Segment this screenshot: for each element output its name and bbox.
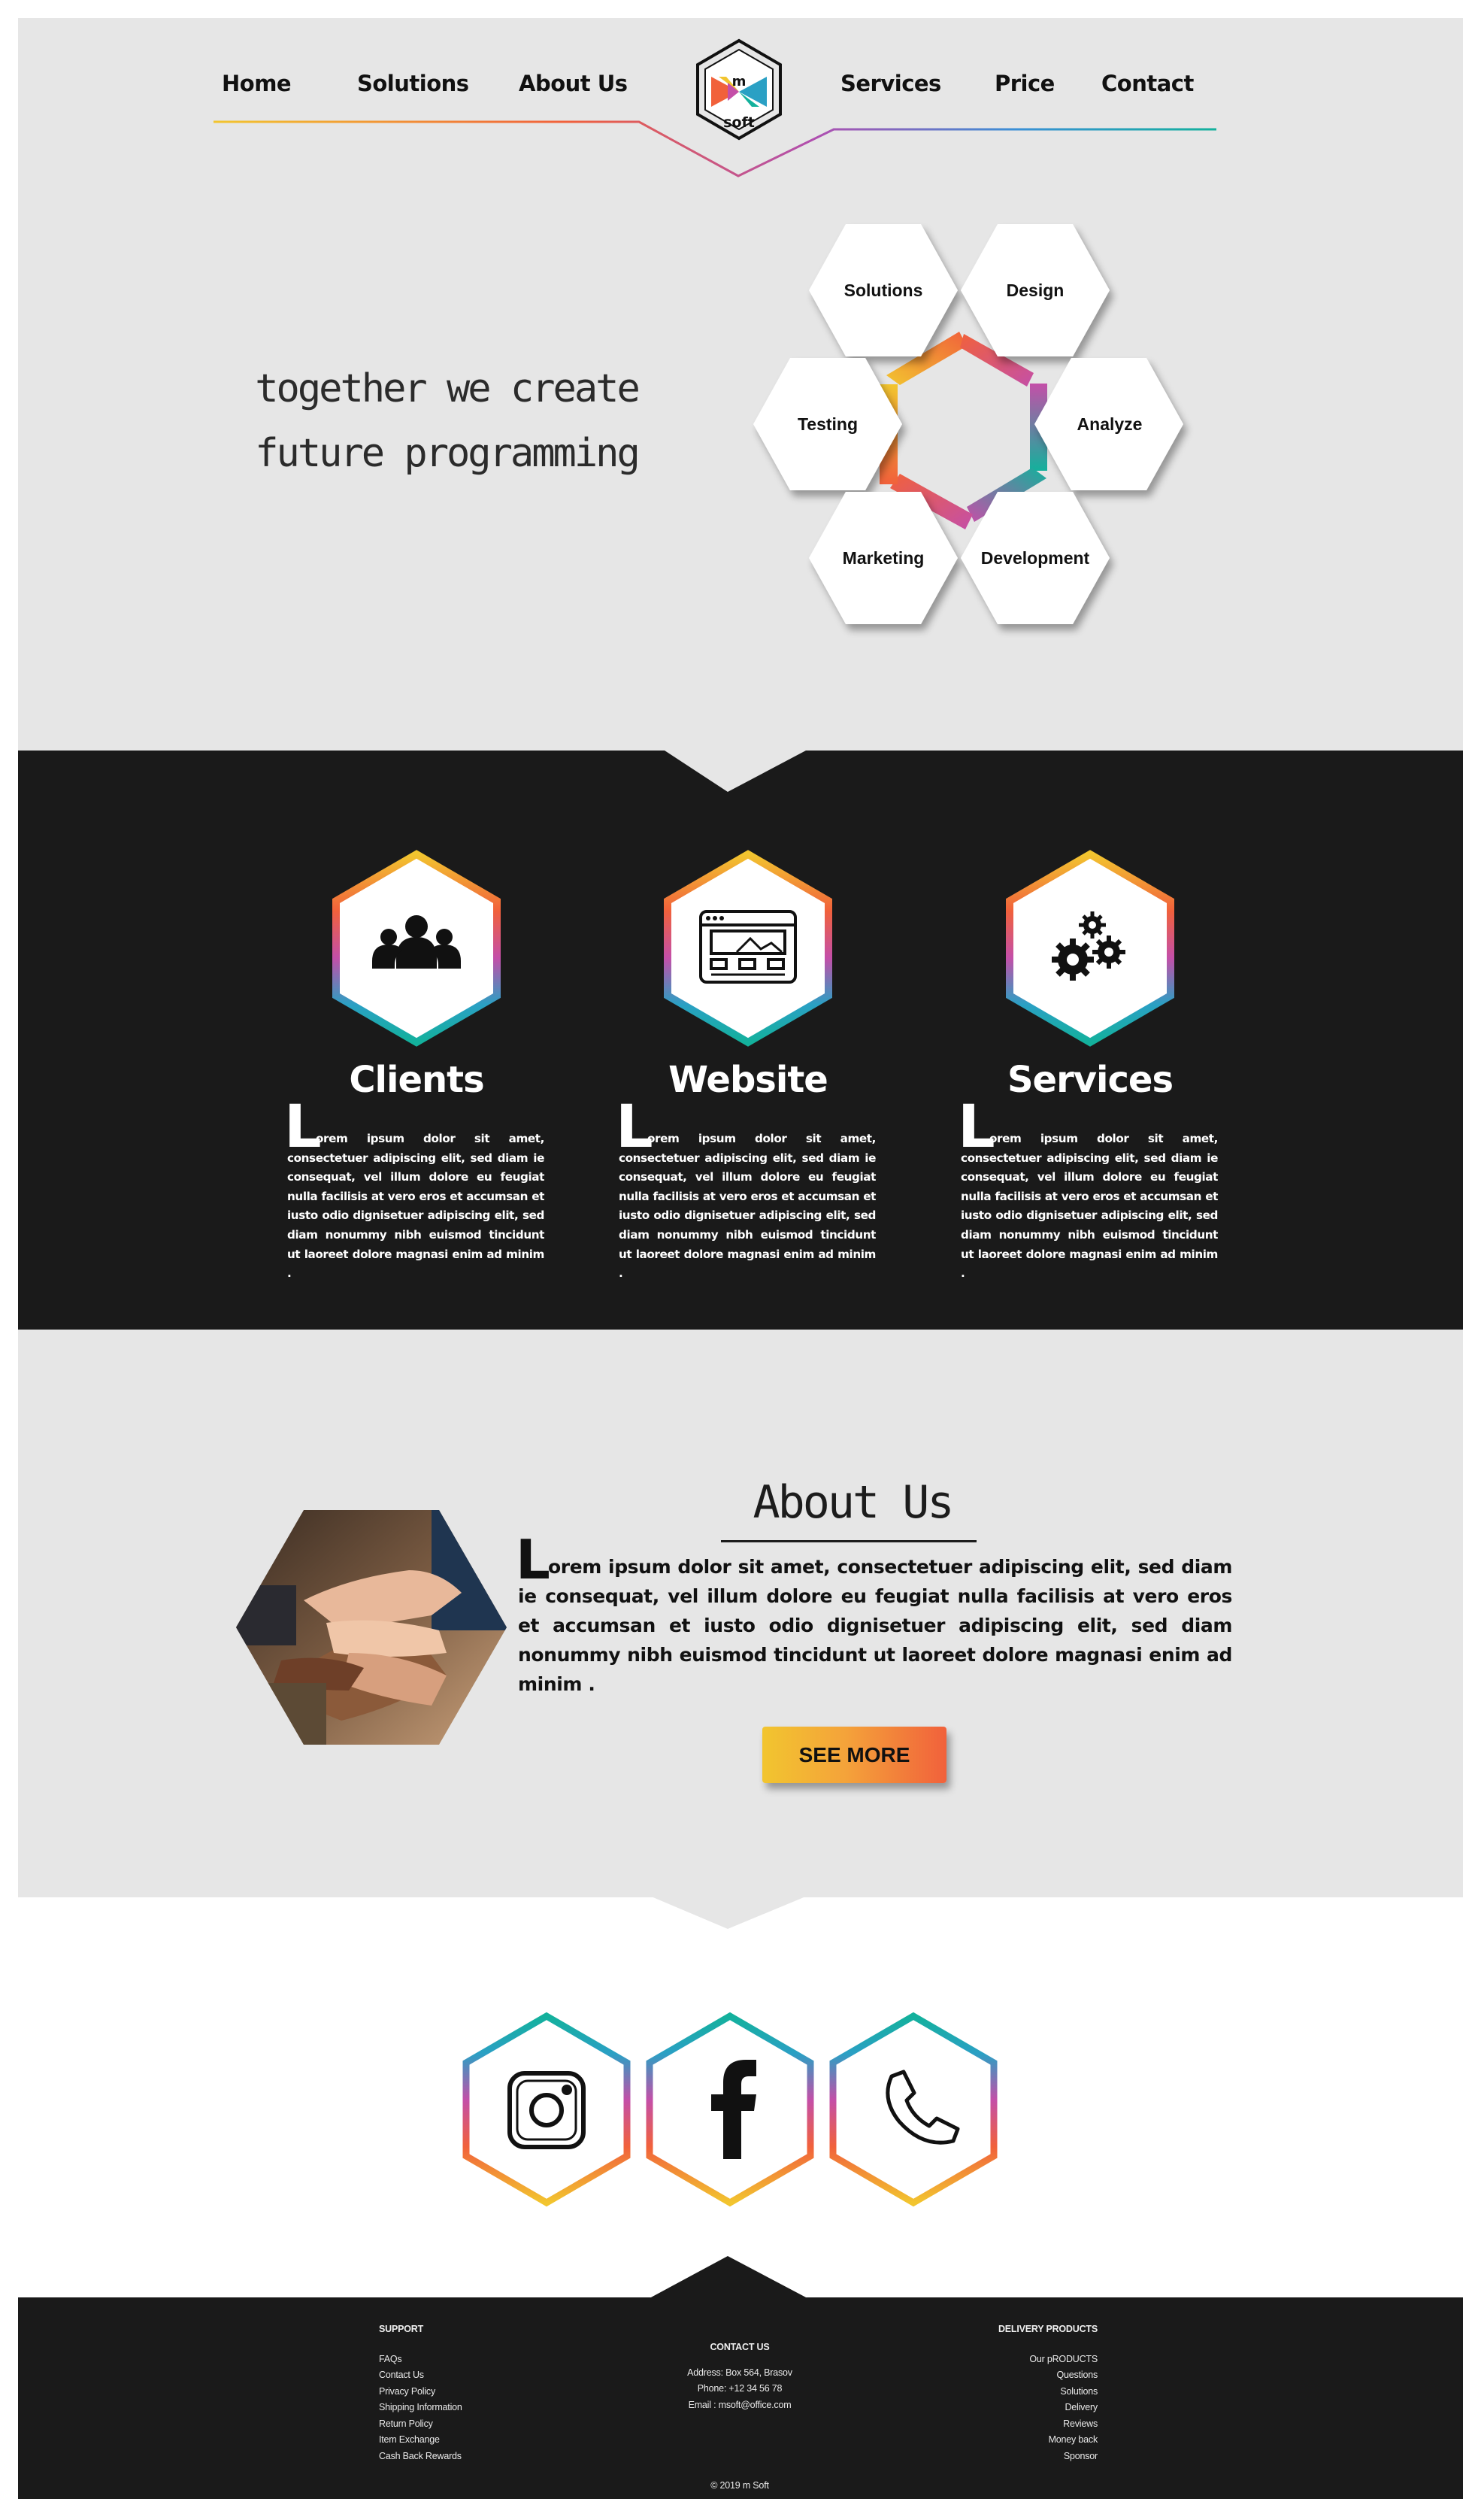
footer-link-faqs[interactable]: FAQs [379, 2352, 462, 2368]
about-section: About Us L orem ipsum dolor sit amet, co… [18, 1330, 1463, 1929]
footer-link-privacy-policy[interactable]: Privacy Policy [379, 2384, 462, 2400]
hex-label-design: Design [1006, 281, 1065, 300]
hex-ring-graphic [753, 224, 1183, 624]
nav-contact[interactable]: Contact [1101, 71, 1194, 108]
footer-link-item-exchange[interactable]: Item Exchange [379, 2432, 462, 2449]
feature-text-clients: orem ipsum dolor sit amet, consectetuer … [287, 1132, 544, 1281]
features-section: Clients L orem ipsum dolor sit amet, con… [18, 751, 1463, 1375]
footer-link-delivery[interactable]: Delivery [943, 2400, 1098, 2416]
about-text: orem ipsum dolor sit amet, consectetuer … [518, 1556, 1232, 1695]
hex-label-marketing: Marketing [842, 548, 925, 568]
social-section [0, 1895, 1481, 2301]
tagline-line-1: together we create [255, 366, 641, 411]
footer-phone: Phone: +12 34 56 78 [697, 2383, 783, 2394]
footer-link-sponsor[interactable]: Sponsor [943, 2449, 1098, 2465]
feature-hex-clients [332, 850, 501, 1047]
footer-support: SUPPORT FAQs Contact Us Privacy Policy S… [379, 2321, 462, 2464]
footer-address: Address: Box 564, Brasov [687, 2367, 792, 2378]
hex-label-solutions: Solutions [843, 281, 923, 300]
feature-text-website: orem ipsum dolor sit amet, consectetuer … [619, 1132, 876, 1281]
nav-price[interactable]: Price [995, 71, 1055, 108]
footer-products: DELIVERY PRODUCTS Our pRODUCTS Questions… [943, 2321, 1098, 2464]
footer-link-solutions[interactable]: Solutions [943, 2384, 1098, 2400]
about-title: About Us [753, 1476, 955, 1529]
footer-support-heading: SUPPORT [379, 2324, 424, 2334]
see-more-button[interactable]: SEE MORE [762, 1727, 946, 1783]
footer-copyright: © 2019 m Soft [710, 2480, 769, 2491]
footer-contact: CONTACT US Address: Box 564, Brasov Phon… [634, 2340, 845, 2413]
nav-home[interactable]: Home [222, 71, 292, 108]
footer-link-questions[interactable]: Questions [943, 2367, 1098, 2384]
logo-text-bottom: soft [723, 114, 755, 131]
nav-services[interactable]: Services [840, 71, 941, 108]
about-photo [236, 1510, 507, 1745]
feature-hex-website [664, 850, 832, 1047]
footer-products-heading: DELIVERY PRODUCTS [998, 2324, 1098, 2334]
nav-solutions[interactable]: Solutions [357, 71, 469, 108]
hero-section: Home Solutions About Us Services Price C… [18, 18, 1463, 751]
footer-link-contact-us[interactable]: Contact Us [379, 2367, 462, 2384]
features-top-notch [18, 751, 1463, 792]
about-title-rule [721, 1540, 977, 1542]
footer: SUPPORT FAQs Contact Us Privacy Policy S… [18, 2256, 1463, 2499]
footer-link-cash-back[interactable]: Cash Back Rewards [379, 2449, 462, 2465]
footer-email[interactable]: Email : msoft@office.com [634, 2397, 845, 2414]
facebook-link[interactable] [644, 2012, 816, 2207]
footer-link-money-back[interactable]: Money back [943, 2432, 1098, 2449]
footer-contact-heading: CONTACT US [710, 2342, 770, 2352]
phone-link[interactable] [827, 2012, 1000, 2207]
tagline-line-2: future programming [255, 431, 641, 476]
footer-top-notch [650, 2256, 807, 2298]
footer-link-shipping[interactable]: Shipping Information [379, 2400, 462, 2416]
footer-link-our-products[interactable]: Our pRODUCTS [943, 2352, 1098, 2368]
hero-tagline: together we create future programming [244, 356, 650, 486]
services-hex-diagram: Solutions Design Testing Analyze Marketi… [747, 199, 1274, 680]
instagram-link[interactable] [460, 2012, 633, 2207]
hex-label-analyze: Analyze [1077, 414, 1143, 434]
footer-link-return-policy[interactable]: Return Policy [379, 2416, 462, 2433]
logo[interactable]: m soft [693, 38, 785, 141]
footer-link-reviews[interactable]: Reviews [943, 2416, 1098, 2433]
hex-label-testing: Testing [797, 414, 859, 434]
logo-text-top: m [731, 74, 747, 89]
feature-hex-services [1006, 850, 1174, 1047]
nav-about-us[interactable]: About Us [519, 71, 628, 108]
feature-text-services: orem ipsum dolor sit amet, consectetuer … [961, 1132, 1218, 1281]
hex-label-development: Development [980, 548, 1090, 568]
